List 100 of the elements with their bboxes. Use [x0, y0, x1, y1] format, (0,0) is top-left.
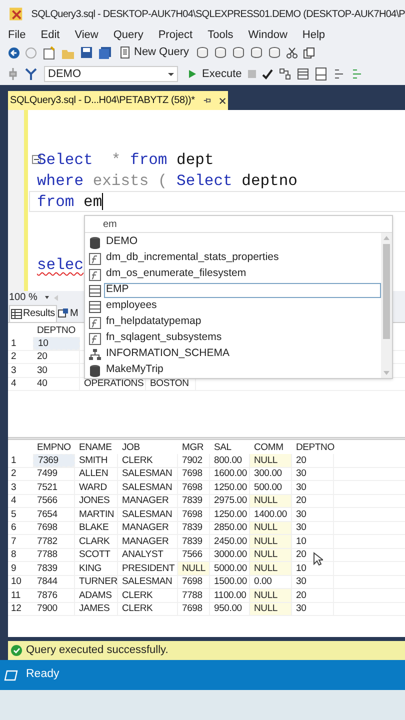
- menu-item[interactable]: File: [8, 30, 26, 40]
- function-icon: [89, 252, 101, 264]
- row-number: 2: [11, 352, 16, 362]
- status-bar: Ready: [0, 660, 405, 690]
- new-project-icon[interactable]: [42, 46, 56, 60]
- row-number: 1: [11, 338, 16, 348]
- row-number: 7: [11, 536, 16, 546]
- table-cell: BLAKE: [79, 523, 109, 532]
- code-line: from em: [37, 192, 104, 210]
- menu-item[interactable]: Edit: [40, 30, 60, 40]
- table-cell: BOSTON: [150, 379, 189, 388]
- table-cell: 1600.00: [214, 469, 247, 478]
- table-cell: NULL: [254, 496, 278, 506]
- table-cell: WARD: [79, 482, 107, 492]
- menu-item[interactable]: Help: [302, 30, 326, 40]
- grid-icon[interactable]: [296, 68, 309, 80]
- new-query-button[interactable]: New Query: [117, 44, 192, 61]
- table-cell: MARTIN: [79, 510, 114, 519]
- database-query-icon[interactable]: [250, 46, 264, 59]
- result-tab[interactable]: M: [56, 304, 80, 322]
- table-cell: ADAMS: [79, 590, 112, 600]
- menu-item[interactable]: Project: [158, 30, 193, 40]
- suggestion-item[interactable]: employees: [104, 298, 381, 314]
- zoom-dropdown[interactable]: 100 %: [9, 290, 50, 305]
- database-query-icon[interactable]: [232, 46, 246, 59]
- table-cell: 20: [296, 456, 306, 465]
- table-cell: CLERK: [122, 456, 153, 465]
- column-header: EMPNO: [37, 442, 71, 452]
- scrollbar[interactable]: [381, 233, 392, 378]
- table-cell: SMITH: [79, 456, 108, 465]
- table-cell: SALESMAN: [122, 510, 172, 519]
- table-cell: 20: [296, 590, 306, 600]
- suggestion-item[interactable]: dm_db_incremental_stats_properties: [104, 250, 381, 266]
- database-query-icon[interactable]: [214, 46, 228, 59]
- table-cell: NULL: [254, 523, 278, 532]
- document-tab[interactable]: SQLQuery3.sql - D...H04\PETABYTZ (58))*: [8, 91, 228, 110]
- result-tab[interactable]: Results: [9, 304, 57, 322]
- pin-icon[interactable]: [202, 96, 211, 105]
- comment-icon[interactable]: [332, 68, 345, 80]
- suggestion-item[interactable]: INFORMATION_SCHEMA: [104, 346, 381, 362]
- table-cell: 800.00: [214, 456, 242, 465]
- table-cell: NULL: [254, 536, 278, 546]
- query-plan-icon[interactable]: [278, 68, 291, 80]
- grid-icon: [11, 308, 22, 318]
- row-number: 5: [11, 510, 16, 519]
- table-cell: 30: [37, 366, 48, 375]
- menu-item[interactable]: View: [74, 30, 98, 40]
- close-icon[interactable]: [218, 96, 226, 104]
- table-cell: 7839: [182, 496, 202, 506]
- table-cell: 1250.00: [214, 510, 247, 519]
- connection-icon[interactable]: [24, 67, 38, 81]
- row-number: 1: [11, 456, 16, 465]
- table-cell: 20: [37, 352, 48, 362]
- table-cell: NULL: [254, 456, 278, 465]
- database-query-icon[interactable]: [268, 46, 282, 59]
- suggestion-item[interactable]: MakeMyTrip: [104, 362, 381, 378]
- column-header: ENAME: [79, 442, 112, 452]
- document-icon: [119, 46, 131, 59]
- back-arrow-icon[interactable]: [8, 46, 20, 58]
- suggestion-item[interactable]: fn_sqlagent_subsystems: [104, 330, 381, 346]
- table-cell: 7698: [182, 469, 202, 478]
- save-all-icon[interactable]: [98, 46, 112, 60]
- cut-icon[interactable]: [286, 46, 298, 58]
- execute-button[interactable]: Execute: [188, 66, 242, 82]
- row-number: 2: [11, 469, 16, 478]
- table-cell: 7839: [37, 564, 58, 573]
- table-cell: KING: [79, 564, 102, 573]
- table-cell: NULL: [254, 564, 278, 573]
- table-cell: 20: [296, 496, 306, 506]
- menu-item[interactable]: Query: [113, 30, 144, 40]
- database-query-icon[interactable]: [196, 46, 210, 59]
- suggestion-item[interactable]: dm_os_enumerate_filesystem: [104, 266, 381, 282]
- results-pane-icon[interactable]: [314, 67, 327, 81]
- table-cell: 7698: [182, 482, 202, 492]
- scroll-down-icon: [383, 370, 390, 376]
- messages-icon: [58, 308, 69, 318]
- table-cell: 1400.00: [254, 510, 287, 519]
- table-cell: NULL: [254, 590, 278, 600]
- menu-item[interactable]: Window: [248, 30, 288, 40]
- mouse-pointer-icon: [313, 552, 323, 566]
- database-icon: [89, 236, 101, 248]
- database-dropdown[interactable]: DEMO: [44, 66, 178, 82]
- suggestion-item[interactable]: fn_helpdatatypemap: [104, 314, 381, 330]
- save-icon[interactable]: [80, 46, 93, 59]
- code-line: Select * from dept: [37, 150, 214, 168]
- table-cell: SALESMAN: [122, 482, 172, 492]
- suggestion-item[interactable]: EMP: [104, 282, 381, 298]
- table-cell: NULL: [254, 550, 278, 560]
- code-line: where exists ( Select deptno: [37, 172, 298, 190]
- table-cell: 500.00: [254, 482, 282, 492]
- menu-item[interactable]: Tools: [208, 30, 234, 40]
- play-icon: [188, 69, 197, 79]
- checkmark-icon[interactable]: [262, 68, 273, 80]
- table-cell: MANAGER: [122, 536, 169, 546]
- column-header: DEPTNO: [37, 324, 76, 336]
- copy-icon[interactable]: [303, 46, 316, 58]
- row-number: 12: [11, 604, 22, 614]
- table-cell: 2450.00: [214, 536, 247, 546]
- suggestion-item[interactable]: DEMO: [104, 234, 381, 250]
- uncomment-icon[interactable]: [350, 68, 363, 80]
